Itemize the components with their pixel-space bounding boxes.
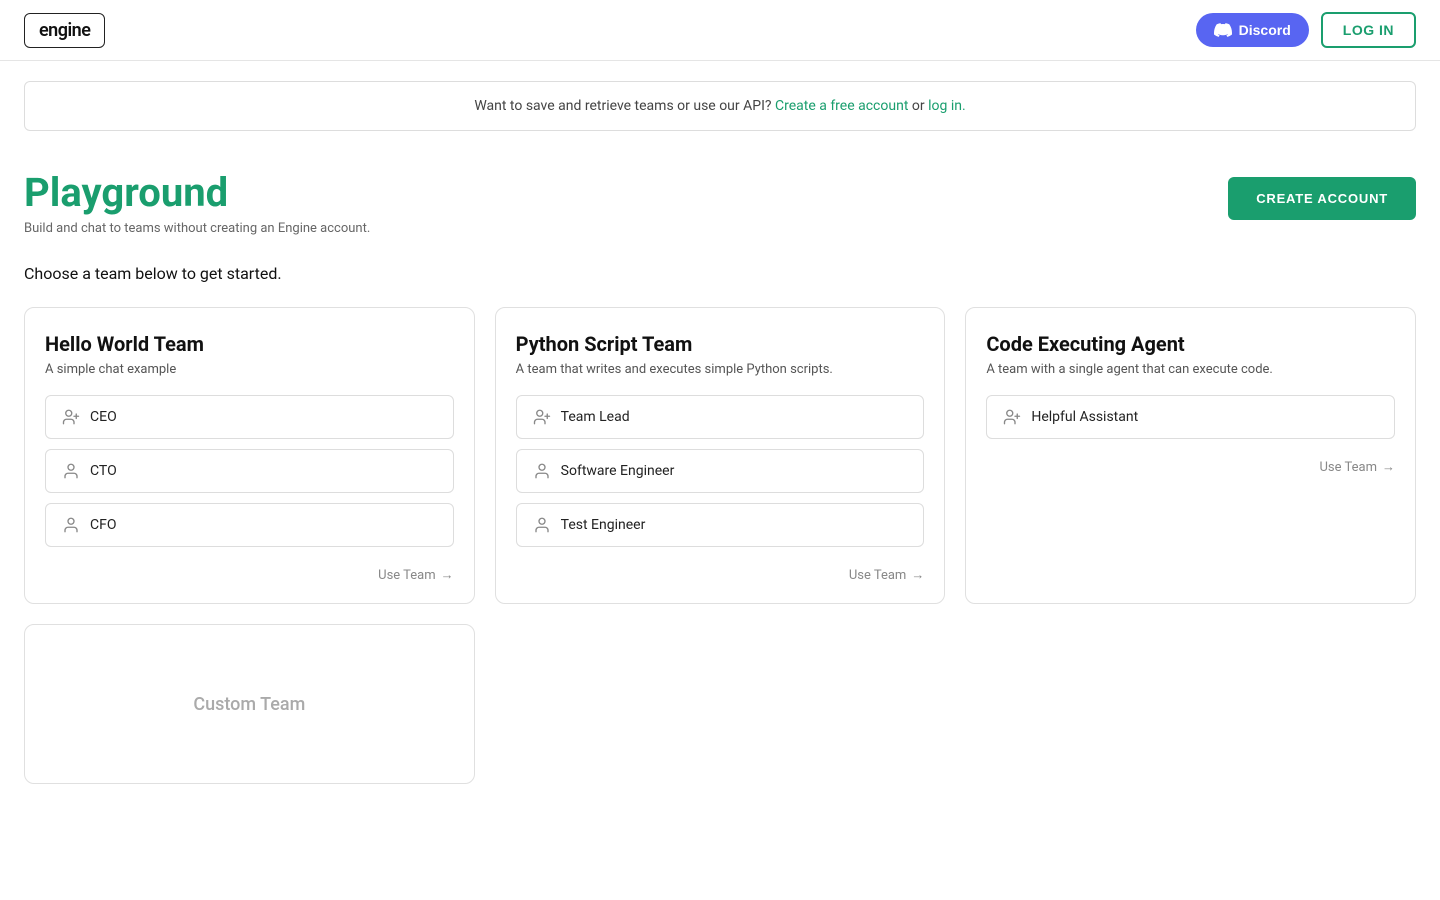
use-team-python-script[interactable]: Use Team →	[516, 567, 925, 583]
main-content: Playground Build and chat to teams witho…	[0, 151, 1440, 824]
person-icon-cto	[62, 462, 80, 480]
arrow-right-icon-2: →	[911, 567, 924, 583]
agent-list-code-executing: Helpful Assistant	[986, 395, 1395, 439]
agent-item-helpful-assistant[interactable]: Helpful Assistant	[986, 395, 1395, 439]
agent-item-cto[interactable]: CTO	[45, 449, 454, 493]
discord-button[interactable]: Discord	[1196, 13, 1309, 47]
header-actions: Discord LOG IN	[1196, 12, 1416, 48]
page-subtitle: Build and chat to teams without creating…	[24, 221, 370, 236]
team-card-hello-world: Hello World Team A simple chat example C…	[24, 307, 475, 604]
team-card-code-executing: Code Executing Agent A team with a singl…	[965, 307, 1416, 604]
logo: engine	[24, 13, 105, 48]
bottom-grid: Custom Team	[24, 624, 1416, 784]
create-free-account-link[interactable]: Create a free account	[775, 98, 908, 114]
agent-item-ceo[interactable]: CEO	[45, 395, 454, 439]
agent-item-team-lead[interactable]: Team Lead	[516, 395, 925, 439]
agent-name-software-engineer: Software Engineer	[561, 463, 675, 479]
use-team-code-executing[interactable]: Use Team →	[986, 459, 1395, 475]
agent-list-hello-world: CEO CTO CFO	[45, 395, 454, 547]
header: engine Discord LOG IN	[0, 0, 1440, 61]
agent-name-team-lead: Team Lead	[561, 409, 630, 425]
person-icon-te	[533, 516, 551, 534]
team-card-python-script: Python Script Team A team that writes an…	[495, 307, 946, 604]
page-header: Playground Build and chat to teams witho…	[24, 171, 1416, 236]
person-add-icon	[62, 408, 80, 426]
info-banner: Want to save and retrieve teams or use o…	[24, 81, 1416, 131]
login-button[interactable]: LOG IN	[1321, 12, 1416, 48]
discord-icon	[1214, 21, 1232, 39]
card-title-code-executing: Code Executing Agent	[986, 332, 1395, 356]
banner-or: or	[912, 98, 925, 114]
choose-text: Choose a team below to get started.	[24, 264, 1416, 283]
person-icon-se	[533, 462, 551, 480]
agent-name-helpful-assistant: Helpful Assistant	[1031, 409, 1138, 425]
use-team-hello-world[interactable]: Use Team →	[45, 567, 454, 583]
agent-name-test-engineer: Test Engineer	[561, 517, 646, 533]
card-desc-hello-world: A simple chat example	[45, 362, 454, 377]
card-title-python-script: Python Script Team	[516, 332, 925, 356]
card-desc-code-executing: A team with a single agent that can exec…	[986, 362, 1395, 377]
team-cards-grid: Hello World Team A simple chat example C…	[24, 307, 1416, 604]
custom-team-card[interactable]: Custom Team	[24, 624, 475, 784]
agent-name-ceo: CEO	[90, 409, 117, 425]
arrow-right-icon-3: →	[1382, 459, 1395, 475]
banner-text: Want to save and retrieve teams or use o…	[474, 98, 771, 114]
person-add-icon-ha	[1003, 408, 1021, 426]
agent-item-software-engineer[interactable]: Software Engineer	[516, 449, 925, 493]
agent-item-cfo[interactable]: CFO	[45, 503, 454, 547]
arrow-right-icon: →	[441, 567, 454, 583]
discord-label: Discord	[1239, 22, 1291, 38]
page-title: Playground	[24, 171, 370, 215]
custom-team-label: Custom Team	[193, 694, 305, 715]
agent-item-test-engineer[interactable]: Test Engineer	[516, 503, 925, 547]
person-icon-cfo	[62, 516, 80, 534]
page-header-left: Playground Build and chat to teams witho…	[24, 171, 370, 236]
card-desc-python-script: A team that writes and executes simple P…	[516, 362, 925, 377]
agent-name-cfo: CFO	[90, 517, 116, 533]
agent-list-python-script: Team Lead Software Engineer Test Enginee…	[516, 395, 925, 547]
person-add-icon-lead	[533, 408, 551, 426]
create-account-button[interactable]: CREATE ACCOUNT	[1228, 177, 1416, 220]
agent-name-cto: CTO	[90, 463, 117, 479]
card-title-hello-world: Hello World Team	[45, 332, 454, 356]
login-link[interactable]: log in.	[928, 98, 966, 114]
